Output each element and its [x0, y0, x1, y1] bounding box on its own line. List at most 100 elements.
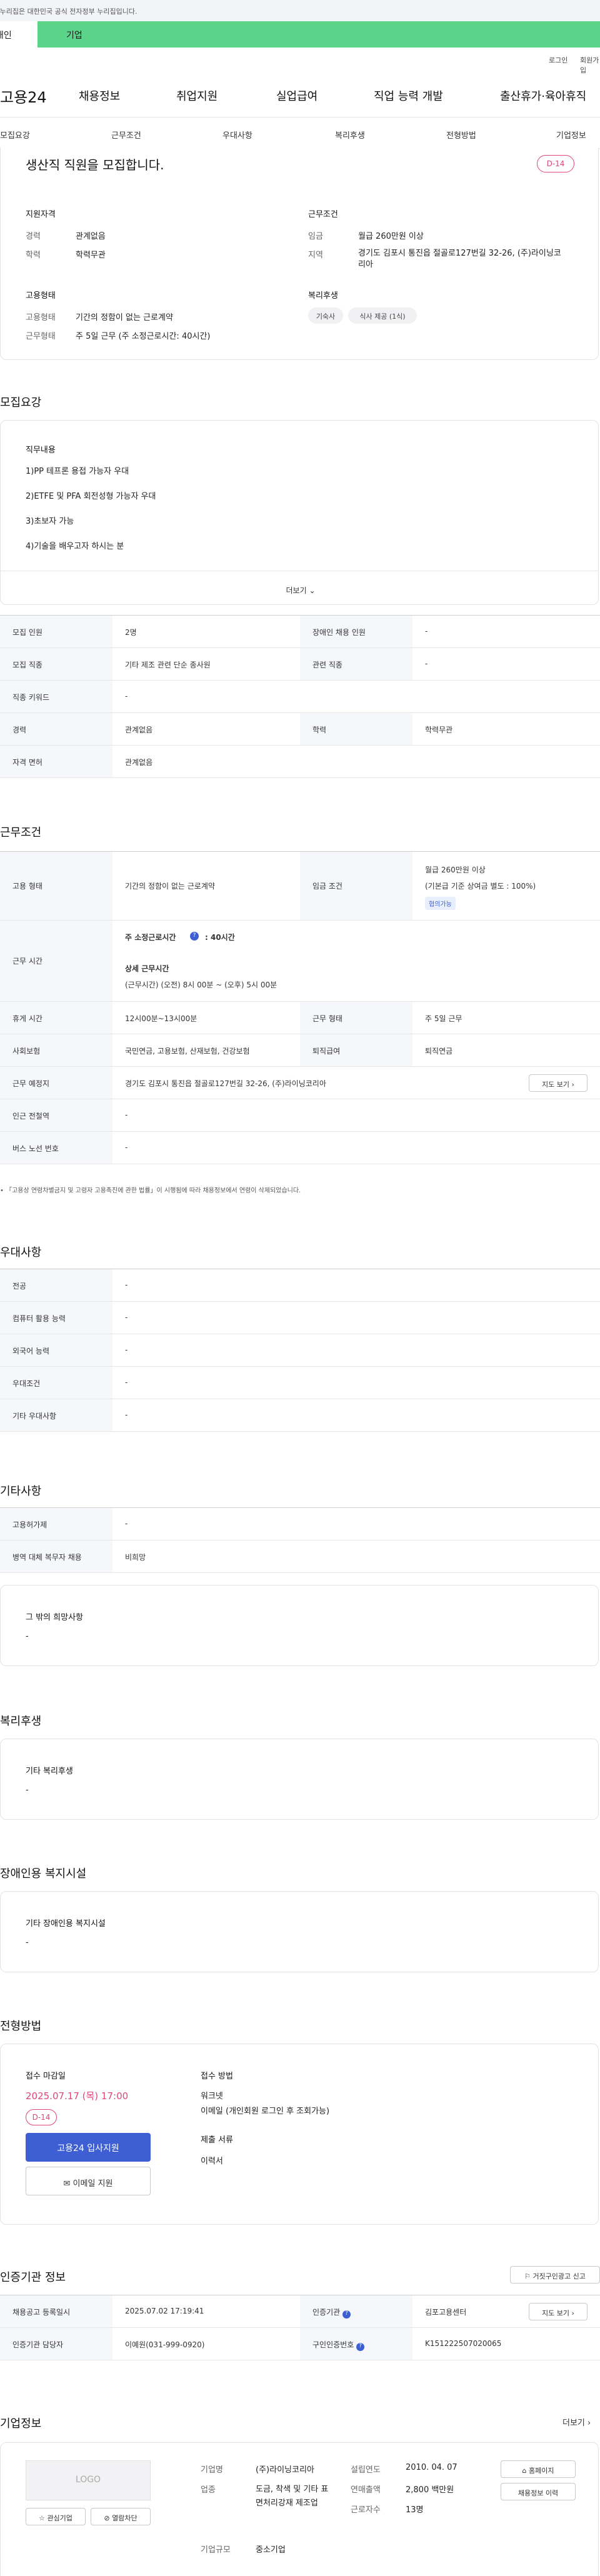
value: 중소기업	[256, 2545, 286, 2555]
pref-table: 전공 - 컴퓨터 활용 능력 - 외국어 능력 - 우대조건 - 기타 우대사항 -	[0, 1269, 600, 1432]
favorite-company-button[interactable]: ☆ 관심기업	[26, 2508, 86, 2525]
table-row: 버스 노선 번호 -	[0, 1132, 600, 1164]
table-row: 직종 키워드 -	[0, 681, 600, 713]
chevron-right-icon: ›	[584, 2419, 591, 2428]
section-title-etc: 기타사항	[0, 1485, 42, 1498]
label: 연매출액	[351, 2485, 381, 2495]
other-wish-card: 그 밖의 희망사항 -	[0, 1585, 599, 1666]
dday-badge: D-14	[26, 2109, 57, 2125]
label: 근로자수	[351, 2505, 381, 2515]
recruit-table: 모집 인원 2명 장애인 채용 인원 - 모집 직종 기타 제조 관련 단순 종…	[0, 615, 600, 778]
cond-title: 근무조건	[308, 210, 338, 219]
age-notice: • 「고용상 연령차별금지 및 고령자 고용촉진에 관한 법률」이 시행됨에 따…	[0, 1187, 301, 1194]
label: 기업규모	[201, 2545, 231, 2555]
work-table: 고용 형태 기간의 정함이 없는 근로계약 임금 조건 월급 260만원 이상 …	[0, 851, 600, 1164]
dday-badge: D-14	[537, 155, 574, 172]
table-row: 휴게 시간 12시00분~13시00분 근무 형태 주 5일 근무	[0, 1002, 600, 1034]
table-row: 근무 예정지 경기도 김포시 통진읍 절골로127번길 32-26, (주)라이…	[0, 1067, 600, 1099]
detail-hours-title: 상세 근무시간	[125, 964, 169, 973]
td: -	[125, 1410, 128, 1419]
td: 주 5일 근무	[425, 1014, 462, 1023]
table-row: 외국어 능력 -	[0, 1334, 600, 1367]
value: 도금, 착색 및 기타 표면처리강재 제조업	[256, 2485, 329, 2508]
td: 2025.07.02 17:19:41	[125, 2307, 204, 2315]
section-title-cert: 인증기관 정보	[0, 2271, 66, 2284]
deadline-value: 2025.07.17 (목) 17:00	[26, 2090, 129, 2102]
anchor-work[interactable]: 근무조건	[111, 129, 141, 141]
anchor-pref[interactable]: 우대사항	[222, 129, 252, 141]
tab-personal[interactable]: 개인	[0, 21, 38, 47]
disabled-title: 기타 장애인용 복지시설	[26, 1919, 106, 1929]
gnb-employment-support[interactable]: 취업지원	[176, 87, 218, 104]
table-row: 채용공고 등록일시 2025.07.02 17:19:41 인증기관 ? 김포고…	[0, 2295, 600, 2328]
anchor-recruit[interactable]: 모집요강	[0, 129, 30, 141]
th: 학력	[300, 713, 412, 745]
td: 경기도 김포시 통진읍 절골로127번길 32-26, (주)라이닝코리아	[125, 1079, 326, 1088]
qual-title: 지원자격	[26, 210, 56, 219]
label: 임금	[308, 232, 323, 241]
login-link[interactable]: 로그인	[549, 55, 568, 65]
job-history-button[interactable]: 채용정보 이력	[501, 2483, 576, 2500]
th: 휴게 시간	[0, 1002, 112, 1034]
value: 월급 260만원 이상	[358, 232, 424, 241]
th: 우대조건	[0, 1367, 112, 1399]
join-link[interactable]: 회원가입	[580, 55, 600, 75]
value: 경기도 김포시 통진읍 절골로127번길 32-26, (주)라이닝코리아	[358, 249, 561, 269]
td: -	[125, 1313, 128, 1322]
user-type-tabs: 개인 기업	[0, 21, 600, 47]
gnb-unemployment[interactable]: 실업급여	[276, 87, 318, 104]
gnb-jobs[interactable]: 채용정보	[79, 87, 120, 104]
td: 이예원(031-999-0920)	[125, 2340, 205, 2349]
map-button[interactable]: 지도 보기 ›	[529, 1074, 588, 1092]
email-apply-button[interactable]: ✉ 이메일 지원	[26, 2167, 151, 2195]
anchor-company[interactable]: 기업정보	[556, 129, 586, 141]
report-button[interactable]: ⚐ 거짓구인광고 신고	[510, 2266, 600, 2284]
td: -	[425, 627, 428, 636]
method-value: 이메일 (개인회원 로그인 후 조회가능)	[201, 2107, 330, 2116]
anchor-benefit[interactable]: 복리후생	[335, 129, 365, 141]
anchor-process[interactable]: 전형방법	[446, 129, 476, 141]
more-button[interactable]: 더보기 ⌄	[276, 580, 326, 599]
info-icon[interactable]: ?	[342, 2310, 351, 2319]
td: 김포고용센터	[425, 2308, 467, 2317]
disabled-card: 기타 장애인용 복지시설 -	[0, 1891, 599, 1972]
map-button[interactable]: 지도 보기 ›	[529, 2303, 588, 2320]
value: 2,800 백만원	[406, 2485, 454, 2495]
wage-value: 월급 260만원 이상	[425, 866, 486, 874]
th: 관련 직종	[300, 648, 412, 680]
section-title-company: 기업정보	[0, 2417, 42, 2430]
gnb-leave[interactable]: 출산휴가·육아휴직	[500, 87, 586, 104]
td: 기간의 정함이 없는 근로계약	[125, 882, 215, 891]
td: 관계없음	[125, 726, 153, 734]
gnb-training[interactable]: 직업 능력 개발	[374, 87, 443, 104]
table-row: 모집 직종 기타 제조 관련 단순 종사원 관련 직종 -	[0, 648, 600, 681]
table-row: 근무 시간 주 소정근로시간 ? : 40시간 상세 근무시간 (근무시간) (…	[0, 921, 600, 1002]
homepage-button[interactable]: ⌂ 홈페이지	[501, 2460, 576, 2478]
company-more-link[interactable]: 더보기 ›	[562, 2416, 591, 2428]
value: (주)라이닝코리아	[256, 2465, 314, 2475]
th: 버스 노선 번호	[0, 1132, 112, 1164]
label: 경력	[26, 232, 41, 241]
td: -	[425, 659, 428, 668]
chevron-right-icon: ›	[569, 1081, 574, 1089]
table-row: 컴퓨터 활용 능력 -	[0, 1302, 600, 1334]
td: -	[125, 1281, 128, 1289]
site-logo[interactable]: 고용24	[0, 85, 47, 107]
tab-company[interactable]: 기업	[38, 21, 600, 47]
welfare-title: 복리후생	[308, 291, 338, 301]
td: 비희망	[125, 1553, 146, 1562]
info-icon[interactable]: ?	[356, 2343, 365, 2351]
block-view-button[interactable]: ⊘ 열람차단	[91, 2508, 151, 2525]
table-row: 인근 전철역 -	[0, 1099, 600, 1132]
other-wish-title: 그 밖의 희망사항	[26, 1613, 83, 1622]
td: 퇴직연금	[425, 1047, 453, 1056]
td: 기타 제조 관련 단순 종사원	[125, 661, 211, 669]
table-row: 고용 형태 기간의 정함이 없는 근로계약 임금 조건 월급 260만원 이상 …	[0, 852, 600, 921]
th: 근무 형태	[300, 1002, 412, 1034]
apply-button[interactable]: 고용24 입사지원	[26, 2133, 151, 2162]
weekly-hours-value: : 40시간	[205, 933, 235, 942]
method-title: 접수 방법	[201, 2072, 233, 2081]
disabled-value: -	[26, 1938, 29, 1947]
value: 관계없음	[76, 232, 106, 241]
emp-title: 고용형태	[26, 291, 56, 301]
